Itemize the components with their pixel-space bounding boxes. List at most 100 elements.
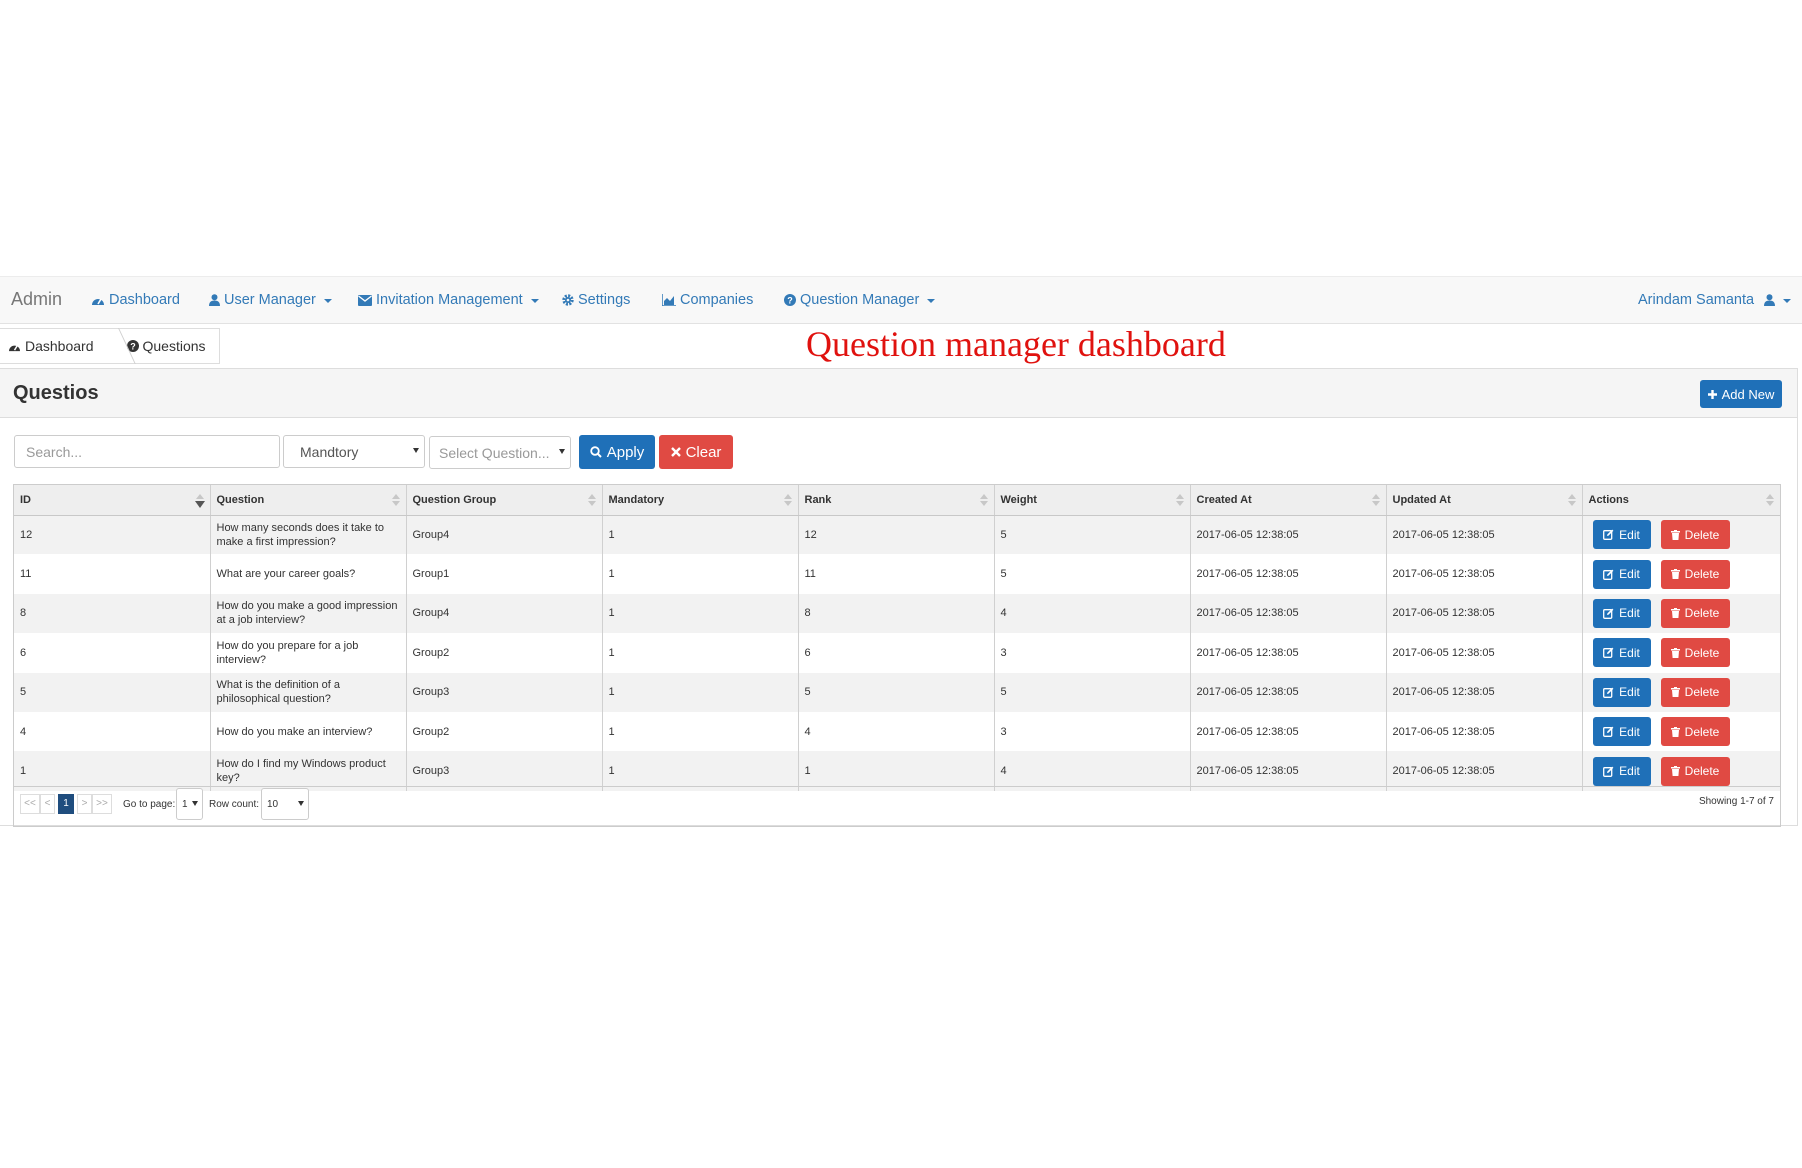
cell-weight: 4 — [994, 751, 1191, 791]
nav-settings[interactable]: Settings — [562, 292, 630, 308]
cell-group: Group3 — [406, 672, 603, 712]
column-header-actions[interactable]: Actions — [1582, 485, 1780, 516]
svg-text:?: ? — [130, 342, 136, 352]
trash-icon — [1670, 687, 1680, 698]
breadcrumb-dashboard[interactable]: Dashboard — [0, 338, 104, 354]
delete-button[interactable]: Delete — [1660, 717, 1730, 747]
nav-question-manager[interactable]: ? Question Manager — [784, 292, 936, 308]
delete-button[interactable]: Delete — [1660, 598, 1730, 628]
cell-rank: 5 — [798, 672, 995, 712]
navbar-brand[interactable]: Admin — [11, 289, 62, 310]
add-new-label: Add New — [1721, 386, 1775, 402]
cell-rank: 4 — [798, 711, 995, 752]
edit-icon — [1603, 687, 1614, 698]
add-new-button[interactable]: Add New — [1700, 380, 1782, 408]
apply-label: Apply — [606, 443, 645, 461]
delete-button[interactable]: Delete — [1660, 559, 1730, 589]
sort-icon — [391, 494, 400, 507]
table-row: 12 How many seconds does it take to make… — [14, 515, 1780, 555]
cell-mandatory: 1 — [602, 633, 799, 673]
edit-button[interactable]: Edit — [1592, 559, 1651, 589]
delete-button[interactable]: Delete — [1660, 520, 1730, 550]
search-input[interactable]: Search... — [14, 435, 280, 468]
column-header-created-at[interactable]: Created At — [1190, 485, 1387, 516]
delete-button[interactable]: Delete — [1660, 756, 1730, 786]
nav-settings-label: Settings — [578, 292, 631, 308]
cell-mandatory: 1 — [602, 672, 799, 712]
column-header-mandatory[interactable]: Mandatory — [602, 485, 799, 516]
cell-created-at: 2017-06-05 12:38:05 — [1190, 711, 1387, 752]
column-header-weight[interactable]: Weight — [994, 485, 1191, 516]
sort-icon — [1766, 494, 1774, 507]
chevron-down-icon — [530, 299, 539, 303]
edit-button[interactable]: Edit — [1592, 756, 1651, 786]
cell-group: Group1 — [406, 554, 603, 594]
column-header-rank[interactable]: Rank — [798, 485, 995, 516]
cell-rank: 11 — [798, 554, 995, 594]
cell-weight: 5 — [994, 515, 1191, 555]
nav-user-manager[interactable]: User Manager — [209, 292, 332, 308]
trash-icon — [1670, 529, 1680, 540]
column-header-question-group[interactable]: Question Group — [406, 485, 603, 516]
cell-question: How do you prepare for a job interview? — [210, 633, 407, 673]
edit-button[interactable]: Edit — [1592, 520, 1651, 550]
chevron-down-icon — [323, 299, 332, 303]
cell-rank: 6 — [798, 633, 995, 673]
edit-button[interactable]: Edit — [1592, 717, 1651, 747]
column-header-updated-at[interactable]: Updated At — [1386, 485, 1583, 516]
mandatory-select-value: Mandtory — [300, 444, 359, 460]
top-navbar: Admin Dashboard User Manager Invitation … — [0, 276, 1802, 324]
cell-mandatory: 1 — [602, 711, 799, 752]
dashboard-icon — [9, 344, 20, 351]
nav-invitation-management[interactable]: Invitation Management — [358, 292, 539, 308]
column-header-question[interactable]: Question — [210, 485, 407, 516]
cell-created-at: 2017-06-05 12:38:05 — [1190, 515, 1387, 555]
close-icon — [670, 447, 681, 457]
mandatory-select[interactable]: Mandtory — [283, 435, 425, 468]
sort-icon — [783, 494, 792, 507]
first-page-button[interactable]: << — [20, 794, 40, 814]
edit-icon — [1603, 530, 1614, 541]
next-page-button[interactable]: > — [77, 794, 92, 814]
nav-dashboard[interactable]: Dashboard — [91, 292, 180, 308]
cell-group: Group4 — [406, 515, 603, 555]
chevron-down-icon — [413, 448, 419, 453]
edit-button[interactable]: Edit — [1592, 598, 1651, 628]
chevron-down-icon — [192, 801, 198, 806]
cell-created-at: 2017-06-05 12:38:05 — [1190, 554, 1387, 594]
cell-question: What is the definition of a philosophica… — [210, 672, 407, 712]
apply-button[interactable]: Apply — [579, 435, 655, 469]
user-menu[interactable]: Arindam Samanta — [1638, 292, 1792, 308]
row-count-select[interactable]: 10 — [261, 788, 309, 820]
gear-icon — [562, 294, 574, 306]
cell-rank: 1 — [798, 751, 995, 791]
chevron-down-icon — [1783, 299, 1792, 303]
edit-button[interactable]: Edit — [1592, 677, 1651, 707]
cell-group: Group2 — [406, 711, 603, 752]
cell-weight: 5 — [994, 672, 1191, 712]
clear-button[interactable]: Clear — [659, 435, 733, 469]
cell-question: How many seconds does it take to make a … — [210, 515, 407, 555]
cell-weight: 4 — [994, 593, 1191, 634]
cell-actions: Edit Delete — [1582, 633, 1780, 672]
last-page-button[interactable]: >> — [92, 794, 112, 814]
delete-button[interactable]: Delete — [1660, 677, 1730, 707]
edit-button[interactable]: Edit — [1592, 638, 1651, 668]
questions-panel: Questios Add New Search... Mandtory Sele… — [0, 368, 1798, 827]
delete-button[interactable]: Delete — [1660, 638, 1730, 668]
goto-page-select[interactable]: 1 — [176, 788, 203, 820]
column-header-id[interactable]: ID — [14, 485, 211, 516]
row-count-value: 10 — [267, 799, 279, 810]
sort-icon — [1567, 494, 1576, 507]
question-select[interactable]: Select Question... — [429, 436, 571, 469]
prev-page-button[interactable]: < — [40, 794, 55, 814]
cell-updated-at: 2017-06-05 12:38:05 — [1386, 633, 1583, 673]
cell-group: Group2 — [406, 633, 603, 673]
cell-group: Group3 — [406, 751, 603, 791]
page-button-current[interactable]: 1 — [58, 794, 74, 814]
table-row: 5 What is the definition of a philosophi… — [14, 672, 1780, 712]
cell-id: 6 — [14, 633, 211, 673]
cell-actions: Edit Delete — [1582, 672, 1780, 712]
cell-question: What are your career goals? — [210, 554, 407, 594]
nav-companies[interactable]: Companies — [662, 292, 753, 308]
